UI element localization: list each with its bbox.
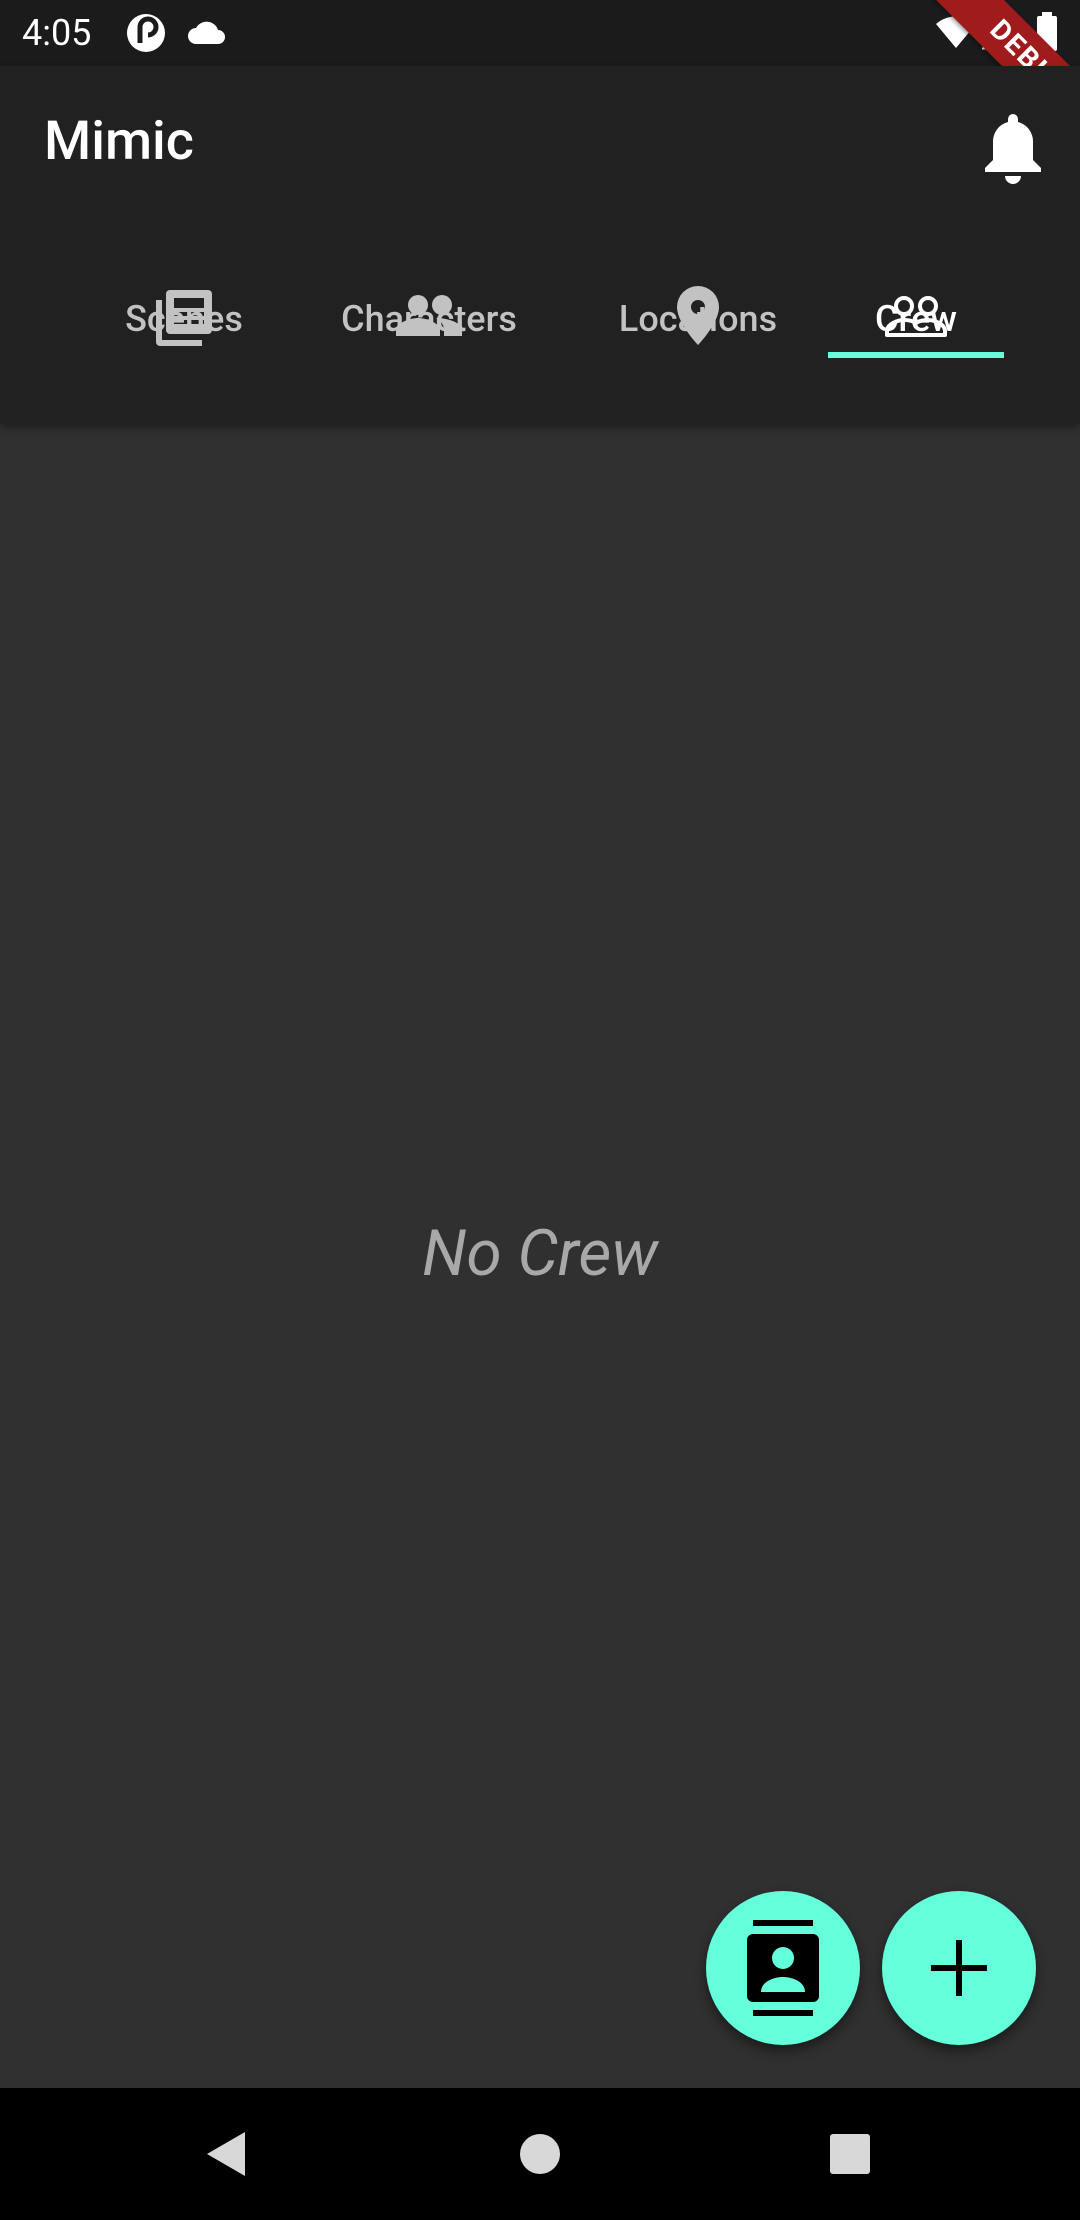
cloud-icon	[186, 18, 228, 50]
battery-icon	[1036, 12, 1058, 56]
app-title: Mimic	[44, 110, 194, 173]
tab-characters-label: Characters	[341, 298, 517, 340]
tab-locations-label: Locations	[618, 298, 778, 340]
recents-icon	[830, 2134, 870, 2174]
empty-state-text: No Crew	[422, 1216, 658, 1291]
home-icon	[520, 2134, 560, 2174]
tab-characters[interactable]: Characters	[324, 242, 534, 424]
contacts-fab[interactable]	[706, 1891, 860, 2045]
screen: 4:05 DEBUG Mimic Scenes Characters Locat…	[0, 0, 1080, 2220]
notifications-button[interactable]	[978, 110, 1048, 186]
tab-scenes[interactable]: Scenes	[96, 242, 272, 424]
tab-crew-label: Crew	[875, 298, 957, 340]
pocketcasts-icon	[126, 13, 166, 57]
tab-indicator	[828, 352, 1004, 358]
tab-crew[interactable]: Crew	[828, 242, 1004, 424]
status-time: 4:05	[22, 12, 92, 54]
back-button[interactable]	[156, 2088, 296, 2220]
contacts-icon	[747, 1920, 819, 2016]
wifi-icon	[934, 14, 978, 54]
add-fab[interactable]	[882, 1891, 1036, 2045]
system-nav-bar	[0, 2088, 1080, 2220]
status-bar: 4:05	[0, 0, 1080, 66]
app-bar: Mimic Scenes Characters Locations Crew	[0, 66, 1080, 424]
recents-button[interactable]	[780, 2088, 920, 2220]
home-button[interactable]	[470, 2088, 610, 2220]
tab-locations[interactable]: Locations	[606, 242, 790, 424]
signal-icon	[980, 12, 1016, 54]
tab-scenes-label: Scenes	[125, 298, 243, 340]
add-icon	[931, 1940, 987, 1996]
bell-icon	[985, 114, 1041, 184]
back-icon	[207, 2132, 245, 2176]
